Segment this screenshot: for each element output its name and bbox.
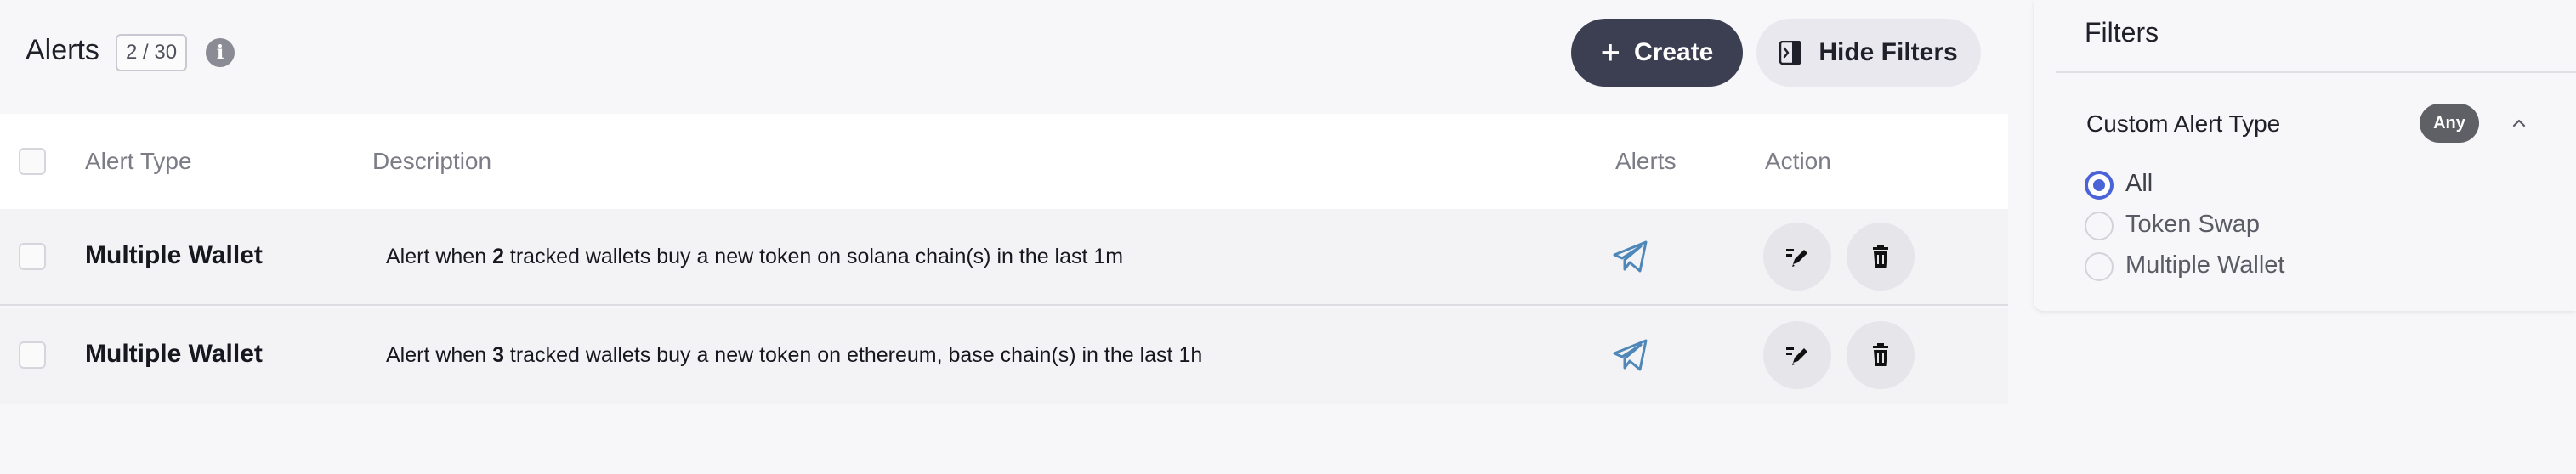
- filters-title: Filters: [2085, 17, 2159, 48]
- edit-button[interactable]: [1763, 321, 1831, 389]
- telegram-icon[interactable]: [1612, 240, 1649, 274]
- table-header: Alert Type Description Alerts Action: [0, 114, 2008, 209]
- edit-icon: [1786, 249, 1807, 267]
- chevron-up-icon[interactable]: [2510, 114, 2528, 133]
- alert-type-cell: Multiple Wallet: [85, 241, 263, 269]
- edit-button[interactable]: [1763, 223, 1831, 291]
- radio-token-swap[interactable]: [2085, 212, 2114, 240]
- create-button[interactable]: + Create: [1571, 19, 1743, 87]
- telegram-icon[interactable]: [1612, 338, 1649, 372]
- page-title: Alerts: [26, 34, 99, 66]
- description-text: tracked wallets buy a new token on solan…: [503, 245, 1124, 268]
- radio-label-all: All: [2125, 170, 2153, 197]
- description-cell: Alert when 2 tracked wallets buy a new t…: [386, 245, 1123, 269]
- alert-type-cell: Multiple Wallet: [85, 340, 263, 368]
- filters-panel: Filters Custom Alert Type Any All Token …: [2034, 0, 2576, 311]
- hide-filters-button[interactable]: Hide Filters: [1756, 19, 1981, 87]
- custom-alert-type-label[interactable]: Custom Alert Type: [2086, 110, 2280, 138]
- alerts-header: Alerts 2 / 30 i + Create Hide Filters: [0, 0, 2008, 114]
- description-text: Alert when: [386, 343, 493, 367]
- panel-collapse-icon: [1779, 41, 1802, 65]
- radio-label-token-swap: Token Swap: [2125, 211, 2260, 238]
- trash-icon: [1873, 245, 1888, 268]
- radio-label-multiple-wallet: Multiple Wallet: [2125, 251, 2285, 279]
- info-icon[interactable]: i: [206, 38, 235, 67]
- delete-button[interactable]: [1847, 223, 1915, 291]
- row-checkbox[interactable]: [19, 243, 46, 270]
- column-alert-type: Alert Type: [85, 148, 192, 174]
- trash-icon: [1873, 343, 1888, 366]
- edit-icon: [1786, 347, 1807, 365]
- alerts-table: Alert Type Description Alerts Action Mul…: [0, 114, 2008, 404]
- plus-icon: +: [1600, 34, 1620, 71]
- description-text: Alert when: [386, 245, 493, 268]
- radio-all[interactable]: [2085, 171, 2114, 200]
- select-all-checkbox[interactable]: [19, 148, 46, 175]
- row-checkbox[interactable]: [19, 341, 46, 369]
- divider: [2056, 71, 2576, 73]
- radio-multiple-wallet[interactable]: [2085, 252, 2114, 281]
- description-text: tracked wallets buy a new token on ether…: [503, 343, 1203, 367]
- column-alerts: Alerts: [1615, 148, 1677, 174]
- column-description: Description: [372, 148, 492, 174]
- delete-button[interactable]: [1847, 321, 1915, 389]
- create-button-label: Create: [1633, 38, 1714, 66]
- any-badge: Any: [2420, 104, 2479, 143]
- table-row: Multiple Wallet Alert when 3 tracked wal…: [0, 308, 2008, 404]
- wallet-count: 3: [492, 343, 504, 367]
- table-row: Multiple Wallet Alert when 2 tracked wal…: [0, 209, 2008, 306]
- column-action: Action: [1765, 148, 1831, 174]
- alert-count-badge: 2 / 30: [116, 34, 188, 71]
- hide-filters-label: Hide Filters: [1819, 38, 1958, 66]
- alerts-main: Alerts 2 / 30 i + Create Hide Filters Al…: [0, 0, 2008, 474]
- wallet-count: 2: [492, 245, 504, 268]
- description-cell: Alert when 3 tracked wallets buy a new t…: [386, 343, 1202, 368]
